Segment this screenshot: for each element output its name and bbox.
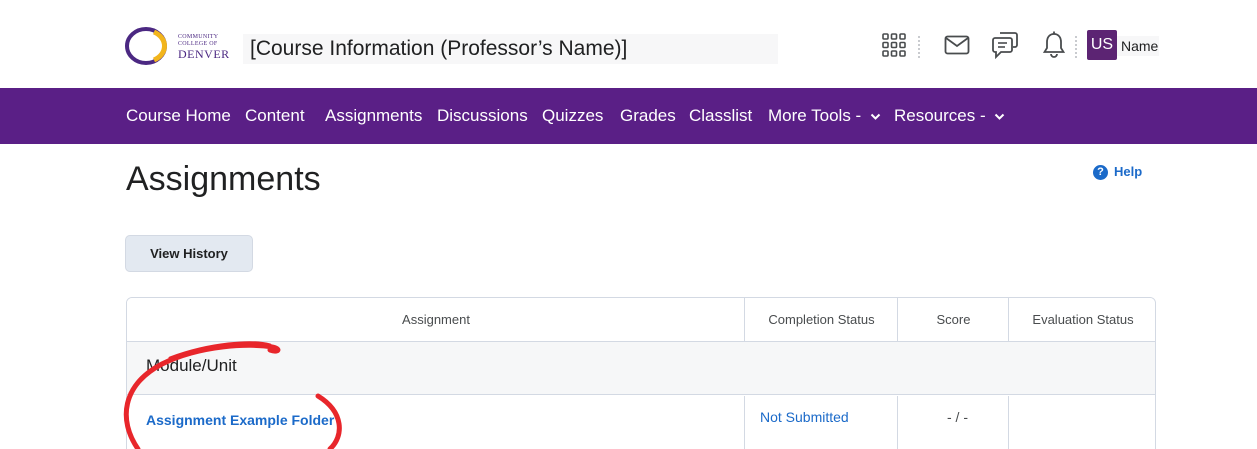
nav-course-home[interactable]: Course Home bbox=[126, 88, 231, 144]
waffle-grid-icon[interactable] bbox=[877, 28, 911, 62]
module-row: Module/Unit bbox=[127, 342, 1155, 395]
college-logo[interactable]: COMMUNITY COLLEGE OF DENVER bbox=[124, 26, 234, 66]
user-name[interactable]: Name bbox=[1117, 36, 1159, 56]
help-link[interactable]: ? Help bbox=[1093, 163, 1142, 181]
completion-status-link[interactable]: Not Submitted bbox=[760, 409, 849, 425]
column-header-completion-status: Completion Status bbox=[745, 298, 898, 342]
course-navbar: Course Home Content Assignments Discussi… bbox=[0, 88, 1257, 144]
help-icon: ? bbox=[1093, 164, 1108, 180]
header-divider bbox=[1075, 36, 1077, 58]
course-title[interactable]: [Course Information (Professor’s Name)] bbox=[243, 34, 778, 64]
nav-more-tools-label: More Tools - bbox=[768, 106, 862, 125]
logo-line-3: DENVER bbox=[178, 47, 230, 61]
column-divider bbox=[1008, 396, 1009, 449]
module-label: Module/Unit bbox=[146, 356, 237, 375]
college-logo-mark bbox=[125, 27, 167, 65]
nav-assignments[interactable]: Assignments bbox=[325, 88, 422, 144]
column-divider bbox=[1008, 298, 1009, 342]
chevron-down-icon bbox=[995, 113, 1005, 120]
user-avatar[interactable]: US bbox=[1087, 30, 1117, 60]
view-history-button[interactable]: View History bbox=[125, 235, 253, 272]
column-divider bbox=[897, 298, 898, 342]
chat-icon[interactable] bbox=[988, 28, 1022, 62]
nav-quizzes[interactable]: Quizzes bbox=[542, 88, 603, 144]
help-label: Help bbox=[1114, 164, 1143, 179]
top-header: COMMUNITY COLLEGE OF DENVER [Course Info… bbox=[0, 0, 1257, 85]
mail-icon[interactable] bbox=[940, 28, 974, 62]
column-divider bbox=[744, 298, 745, 342]
column-header-assignment: Assignment bbox=[127, 298, 745, 342]
column-divider bbox=[744, 396, 745, 449]
nav-grades[interactable]: Grades bbox=[620, 88, 676, 144]
nav-resources[interactable]: Resources - bbox=[894, 88, 1005, 144]
score-value: - / - bbox=[947, 409, 968, 425]
nav-content[interactable]: Content bbox=[245, 88, 305, 144]
column-header-score: Score bbox=[898, 298, 1009, 342]
nav-classlist[interactable]: Classlist bbox=[689, 88, 752, 144]
page-title: Assignments bbox=[126, 160, 321, 198]
nav-more-tools[interactable]: More Tools - bbox=[768, 88, 881, 144]
header-divider bbox=[918, 36, 920, 58]
assignment-link[interactable]: Assignment Example Folder bbox=[146, 412, 334, 428]
nav-resources-label: Resources - bbox=[894, 106, 986, 125]
nav-discussions[interactable]: Discussions bbox=[437, 88, 528, 144]
logo-line-1: COMMUNITY bbox=[178, 34, 219, 40]
bell-icon[interactable] bbox=[1037, 28, 1071, 62]
assignments-table: Assignment Completion Status Score Evalu… bbox=[126, 297, 1156, 449]
column-header-evaluation-status: Evaluation Status bbox=[1009, 298, 1155, 342]
column-divider bbox=[897, 396, 898, 449]
chevron-down-icon bbox=[870, 113, 881, 120]
